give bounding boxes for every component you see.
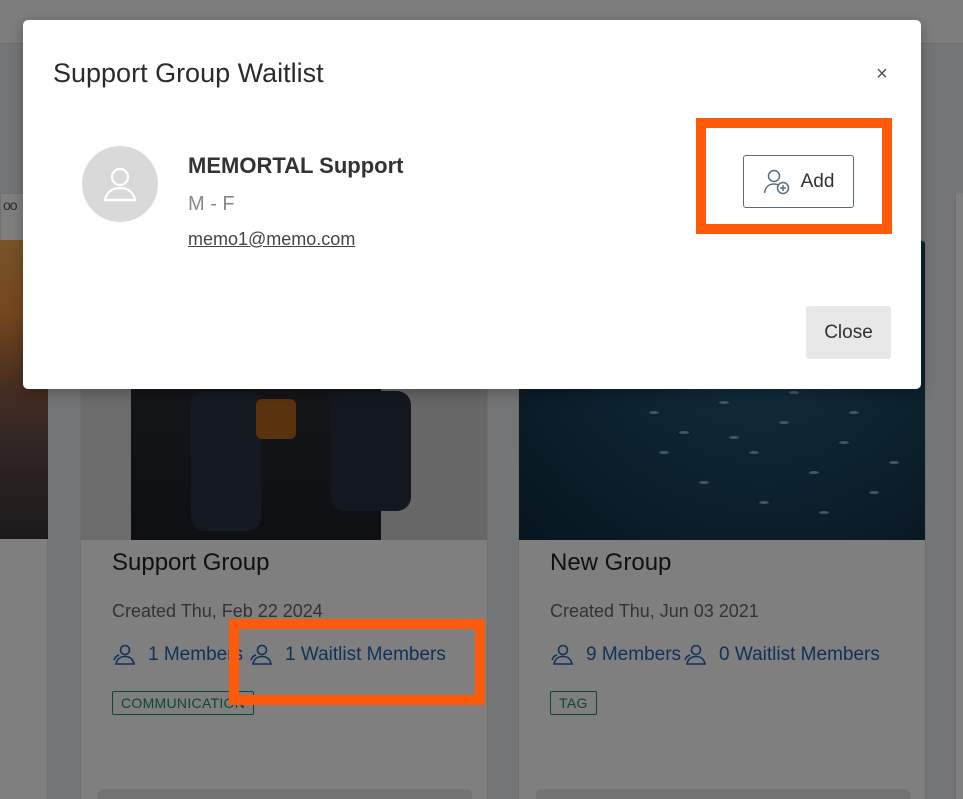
member-gender: M - F [188, 193, 235, 215]
close-button[interactable]: Close [806, 306, 891, 359]
modal-title: Support Group Waitlist [53, 58, 324, 88]
close-icon[interactable]: × [872, 64, 892, 84]
member-name: MEMORTAL Support [188, 153, 404, 178]
avatar [82, 146, 158, 222]
member-email-link[interactable]: memo1@memo.com [188, 229, 355, 250]
user-icon [103, 167, 137, 202]
highlight-add-button [696, 118, 892, 234]
highlight-waitlist-link [229, 619, 485, 705]
